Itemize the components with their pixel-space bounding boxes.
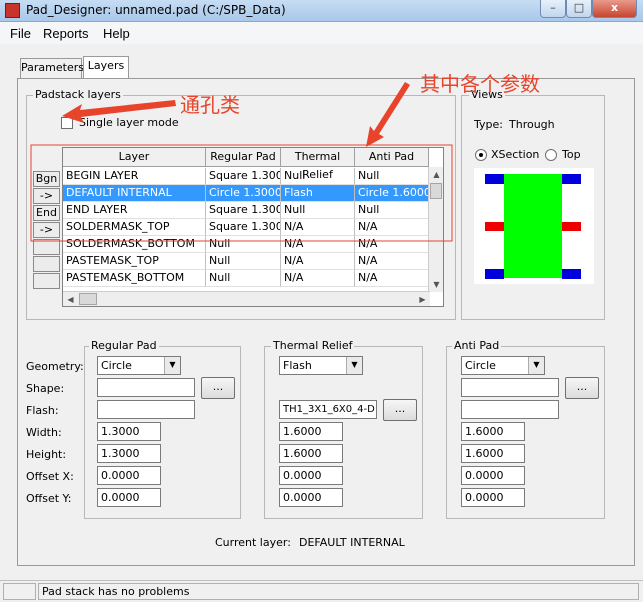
annotation-arrow-params xyxy=(366,82,410,147)
annotation-highlight-box xyxy=(30,144,453,242)
annotation-via-text: 通孔类 xyxy=(180,93,240,117)
annotation-arrow-via xyxy=(62,100,176,123)
annotation-overlay xyxy=(30,82,453,242)
annotation-params-text: 其中各个参数 xyxy=(420,72,540,96)
